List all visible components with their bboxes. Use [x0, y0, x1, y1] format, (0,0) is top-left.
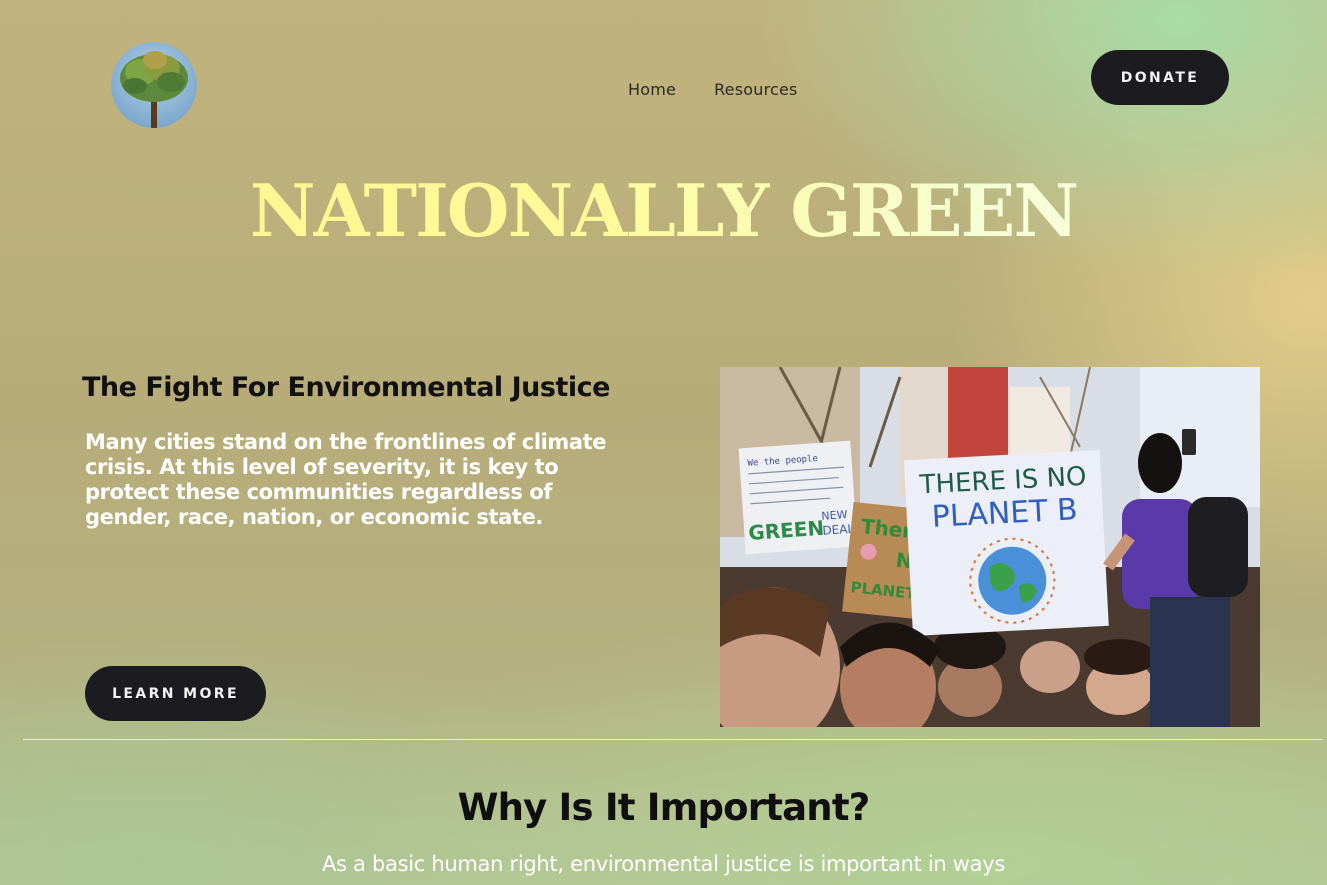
- tree-logo-graphic: [120, 51, 188, 128]
- why-body-text: As a basic human right, environmental ju…: [321, 852, 1006, 876]
- section-body-text: Many cities stand on the frontlines of c…: [85, 430, 607, 529]
- nav-link-resources[interactable]: Resources: [714, 80, 798, 99]
- main-nav: Home Resources: [628, 80, 798, 99]
- tree-logo-icon[interactable]: [111, 42, 197, 128]
- sign-deal-text: DEAL: [822, 522, 855, 538]
- section-divider: [23, 739, 1323, 740]
- section-heading: The Fight For Environmental Justice: [82, 372, 610, 403]
- why-heading: Why Is It Important?: [457, 786, 871, 829]
- nav-link-home[interactable]: Home: [628, 80, 676, 99]
- sign-new-text: NEW: [821, 508, 848, 523]
- hero-title: NATIONALLY GREEN: [0, 168, 1327, 254]
- learn-more-button[interactable]: LEARN MORE: [85, 666, 266, 721]
- protest-illustration: We the people GREEN NEW DEAL Ther N PLAN…: [720, 367, 1260, 727]
- donate-button[interactable]: DONATE: [1091, 50, 1229, 105]
- climate-protest-photo: We the people GREEN NEW DEAL Ther N PLAN…: [720, 367, 1260, 727]
